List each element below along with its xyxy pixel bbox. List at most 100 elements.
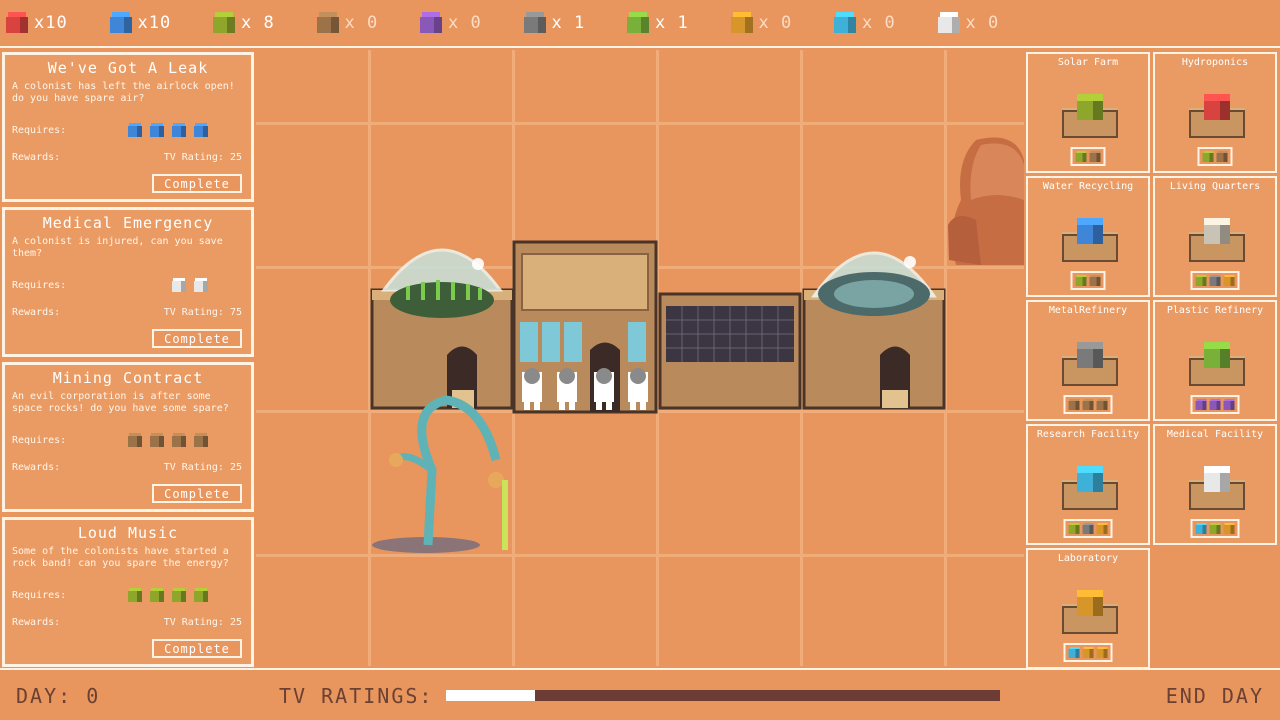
resource-cube-icon xyxy=(150,433,164,447)
cost-cube-icon xyxy=(1209,399,1221,410)
rewards-label: Rewards: xyxy=(12,152,61,163)
building-card[interactable]: MetalRefinery xyxy=(1026,300,1150,421)
building-card[interactable]: Water Recycling xyxy=(1026,176,1150,297)
complete-button[interactable]: Complete xyxy=(152,174,242,193)
resource-brown-cube: x 0 xyxy=(316,12,421,34)
complete-button[interactable]: Complete xyxy=(152,639,242,658)
building-cost xyxy=(1197,147,1233,166)
resource-count: x 0 xyxy=(758,13,793,33)
cost-cube-icon xyxy=(1195,399,1207,410)
requires-label: Requires: xyxy=(12,279,67,291)
cost-cube-icon xyxy=(1202,151,1214,162)
resource-cube-icon xyxy=(172,278,186,292)
building-icon xyxy=(1189,212,1245,262)
resource-red-cube: x10 xyxy=(6,12,110,34)
requirement-icons xyxy=(128,433,208,447)
resource-grey-cube: x 1 xyxy=(523,12,628,34)
building-cost xyxy=(1070,147,1106,166)
mission-requirements: Requires: xyxy=(12,123,242,137)
cost-cube-icon xyxy=(1096,523,1108,534)
alien-plant xyxy=(372,395,508,553)
resource-cube-icon xyxy=(194,278,208,292)
resource-count: x 0 xyxy=(448,13,482,33)
resource-count: x 1 xyxy=(655,13,689,33)
rewards-label: Rewards: xyxy=(12,617,61,628)
brown-cube-icon xyxy=(316,12,339,34)
resource-cube-icon xyxy=(128,433,142,447)
complete-button[interactable]: Complete xyxy=(152,329,242,348)
resource-cube-icon xyxy=(150,588,164,602)
mission-card: Mining Contract An evil corporation is af… xyxy=(2,362,254,512)
building-name: MetalRefinery xyxy=(1048,305,1128,316)
building-card[interactable]: Laboratory xyxy=(1026,548,1150,669)
building-card[interactable]: Living Quarters xyxy=(1153,176,1277,297)
building-name: Solar Farm xyxy=(1057,57,1119,68)
cost-cube-icon xyxy=(1068,647,1080,658)
cost-cube-icon xyxy=(1223,275,1235,286)
building-name: Laboratory xyxy=(1057,553,1119,564)
reward-value: TV Rating: 75 xyxy=(163,307,242,318)
status-bar: DAY: 0 TV RATINGS: END DAY xyxy=(0,668,1280,720)
day-counter: DAY: 0 xyxy=(16,684,101,708)
reward-value: TV Rating: 25 xyxy=(163,462,242,473)
rewards-label: Rewards: xyxy=(12,307,61,318)
mission-description: Some of the colonists have started a roc… xyxy=(12,546,229,569)
end-day-button[interactable]: END DAY xyxy=(1166,684,1264,708)
cost-cube-icon xyxy=(1082,523,1094,534)
colony-grid[interactable] xyxy=(256,50,1024,666)
solar-building xyxy=(658,292,802,410)
mission-card: Loud Music Some of the colonists have sta… xyxy=(2,517,254,667)
building-cost xyxy=(1063,395,1113,414)
mission-requirements: Requires: xyxy=(12,588,242,602)
lime-cube-icon xyxy=(627,12,649,34)
resource-count: x10 xyxy=(137,13,172,33)
building-cost xyxy=(1063,643,1113,662)
mission-rewards: Rewards: TV Rating: 75 xyxy=(12,307,242,318)
mission-description: An evil corporation is after some space … xyxy=(12,391,229,414)
complete-button[interactable]: Complete xyxy=(152,484,242,503)
resource-green-cube: x 8 xyxy=(213,12,317,34)
cost-cube-icon xyxy=(1082,647,1094,658)
resource-count: x 0 xyxy=(344,13,379,33)
cost-cube-icon xyxy=(1089,151,1101,162)
water-dome xyxy=(802,251,946,410)
reward-value: TV Rating: 25 xyxy=(163,152,242,163)
cost-cube-icon xyxy=(1209,275,1221,286)
resource-cube-icon xyxy=(194,588,208,602)
resource-cube-icon xyxy=(172,588,186,602)
mission-rewards: Rewards: TV Rating: 25 xyxy=(12,617,242,628)
colony-scene xyxy=(256,50,1024,666)
building-icon xyxy=(1189,460,1245,510)
mission-requirements: Requires: xyxy=(12,433,242,447)
building-icon xyxy=(1062,460,1118,510)
resource-count: x10 xyxy=(34,13,68,33)
building-icon xyxy=(1062,88,1118,138)
building-cost xyxy=(1190,519,1240,538)
building-cost xyxy=(1190,395,1240,414)
requirement-icons xyxy=(128,123,208,137)
building-name: Research Facility xyxy=(1036,429,1140,440)
resource-cube-icon xyxy=(128,123,142,137)
resource-count: x 1 xyxy=(551,13,586,33)
requirement-icons xyxy=(172,278,208,292)
cost-cube-icon xyxy=(1089,275,1101,286)
cost-cube-icon xyxy=(1195,523,1207,534)
cost-cube-icon xyxy=(1082,399,1094,410)
building-name: Hydroponics xyxy=(1181,57,1249,68)
resource-cube-icon xyxy=(150,123,164,137)
building-card[interactable]: Hydroponics xyxy=(1153,52,1277,173)
cost-cube-icon xyxy=(1223,523,1235,534)
building-card[interactable]: Solar Farm xyxy=(1026,52,1150,173)
mission-requirements: Requires: xyxy=(12,278,242,292)
tv-ratings-bar xyxy=(446,690,1000,701)
building-cost xyxy=(1190,271,1240,290)
mission-title: We've Got A Leak xyxy=(47,59,209,77)
tv-ratings-fill xyxy=(446,690,535,701)
resource-cube-icon xyxy=(172,123,186,137)
red-cube-icon xyxy=(6,12,28,34)
building-card[interactable]: Plastic Refinery xyxy=(1153,300,1277,421)
building-card[interactable]: Research Facility xyxy=(1026,424,1150,545)
building-card[interactable]: Medical Facility xyxy=(1153,424,1277,545)
mission-rewards: Rewards: TV Rating: 25 xyxy=(12,152,242,163)
resource-orange-cube: x 0 xyxy=(730,12,835,34)
